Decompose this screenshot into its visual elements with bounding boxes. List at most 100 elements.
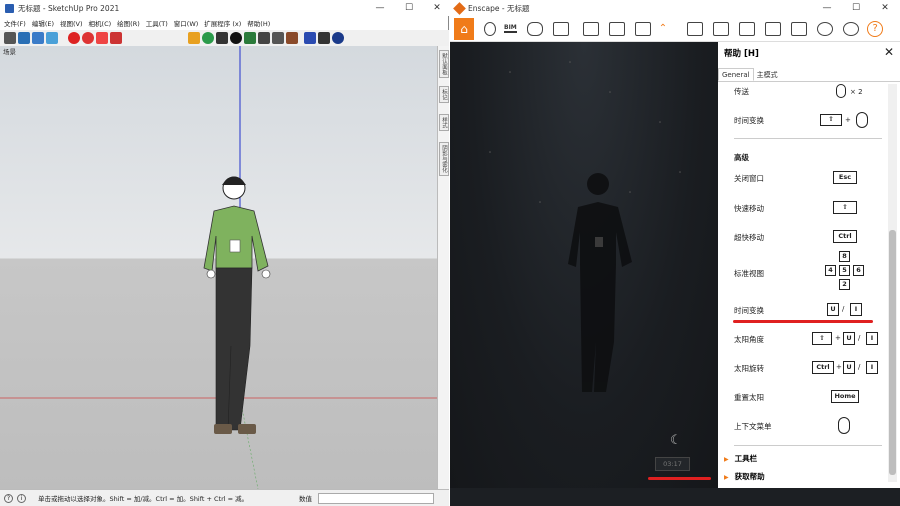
camera-icon[interactable]	[110, 32, 122, 44]
row-label: 超快移动	[734, 233, 764, 242]
enscape-viewport[interactable]	[450, 42, 718, 488]
minimize-button[interactable]: —	[373, 2, 387, 14]
help-icon[interactable]: ?	[867, 20, 884, 37]
sketchup-menubar: 文件(F) 编辑(E) 视图(V) 相机(C) 绘图(R) 工具(T) 窗口(W…	[0, 17, 449, 29]
mouse-icon	[836, 84, 846, 98]
library-icon[interactable]	[713, 21, 730, 36]
close-icon[interactable]: ✕	[884, 45, 894, 59]
help-scroll-area[interactable]: 传送 × 2 时间变换 ⇧ + 高级 关闭窗口 Esc 快速移动 ⇧ 超快移动 …	[718, 83, 886, 483]
window-icon[interactable]	[216, 32, 228, 44]
folder-icon[interactable]	[96, 32, 108, 44]
panorama-icon[interactable]	[608, 21, 625, 36]
help-scrollbar-thumb[interactable]	[889, 230, 896, 475]
key-2: 2	[839, 279, 850, 290]
maximize-button[interactable]: ☐	[402, 2, 416, 14]
menu-extensions[interactable]: 扩展程序 (x)	[204, 18, 241, 28]
key-u: U	[843, 332, 855, 345]
shift-key-icon: ⇧	[820, 114, 842, 126]
target-icon[interactable]	[46, 32, 58, 44]
help-row-sun-angle: 太阳角度 ⇧ + U / I	[734, 332, 884, 345]
sketchup-logo-icon	[5, 3, 14, 13]
mouse-right-click-icon	[838, 417, 850, 434]
footer-toolbar[interactable]: ▶ 工具栏	[724, 453, 757, 464]
row-label: 关闭窗口	[734, 174, 764, 183]
key-i: I	[866, 361, 878, 374]
tab-general[interactable]: General	[718, 68, 754, 81]
scene-tab[interactable]: 场景	[3, 46, 16, 56]
key-suffix: × 2	[850, 88, 863, 96]
pattern-icon[interactable]	[258, 32, 270, 44]
views-icon[interactable]	[791, 21, 808, 36]
menu-help[interactable]: 帮助(H)	[247, 18, 270, 28]
caret-right-icon: ▶	[724, 474, 729, 481]
help-panel-header: 帮助 [H] ✕	[718, 42, 900, 64]
gear-icon[interactable]	[843, 21, 860, 36]
sketchup-viewport[interactable]	[0, 46, 437, 489]
menu-view[interactable]: 视图(V)	[60, 18, 83, 28]
help-icon[interactable]: ?	[4, 493, 13, 503]
plus-sign: +	[845, 116, 851, 124]
enscape-close-button[interactable]: ✕	[878, 2, 892, 14]
menu-tools[interactable]: 工具(T)	[146, 18, 168, 28]
tray-tab-shadows[interactable]: 阴影与雾化	[439, 142, 449, 176]
menu-edit[interactable]: 编辑(E)	[32, 18, 54, 28]
clapper-icon[interactable]	[552, 21, 569, 36]
clapper-icon[interactable]	[4, 32, 16, 44]
info-icon[interactable]	[332, 32, 344, 44]
bim-icon[interactable]: BIM	[504, 24, 517, 33]
tray-tab-styles[interactable]: 样式	[439, 114, 449, 131]
house-icon[interactable]	[286, 32, 298, 44]
map-pin-icon[interactable]	[484, 21, 496, 36]
slash: /	[858, 363, 861, 371]
tray-tab-default[interactable]: 默认面板	[439, 50, 449, 78]
tree-icon[interactable]	[244, 32, 256, 44]
close-button[interactable]: ✕	[430, 2, 444, 14]
gear-red-icon[interactable]	[82, 32, 94, 44]
menu-file[interactable]: 文件(F)	[4, 18, 26, 28]
video-icon[interactable]	[634, 21, 651, 36]
enscape-title: Enscape - 无标题	[468, 3, 530, 13]
key-shift: ⇧	[812, 332, 832, 345]
tab-main-mode[interactable]: 主模式	[754, 68, 781, 81]
footer-get-help[interactable]: ▶ 获取帮助	[724, 471, 765, 482]
enscape-minimize-button[interactable]: —	[820, 2, 834, 14]
sync-icon[interactable]	[202, 32, 214, 44]
key-home: Home	[831, 390, 859, 403]
visibility-icon[interactable]	[817, 21, 834, 36]
measurements-input[interactable]	[318, 493, 434, 504]
home-icon[interactable]: ⌂	[454, 17, 474, 40]
menu-window[interactable]: 窗口(W)	[174, 18, 199, 28]
key-ctrl: Ctrl	[833, 230, 857, 243]
arrows-icon[interactable]	[32, 32, 44, 44]
enscape-maximize-button[interactable]: ☐	[849, 2, 863, 14]
stars	[489, 61, 681, 203]
enscape-start-icon[interactable]	[188, 32, 200, 44]
settings-icon[interactable]	[304, 32, 316, 44]
divider	[734, 445, 882, 446]
binoculars-icon[interactable]	[526, 21, 543, 36]
monitor-icon[interactable]	[18, 32, 30, 44]
key-8: 8	[839, 251, 850, 262]
mail-icon[interactable]	[318, 32, 330, 44]
render-icon[interactable]	[68, 32, 80, 44]
tray-tab-tags[interactable]: 标记	[439, 86, 449, 103]
menu-camera[interactable]: 相机(C)	[89, 18, 112, 28]
objects-icon[interactable]	[765, 21, 782, 36]
key-6: 6	[853, 265, 864, 276]
measurements-label: 数值	[299, 495, 312, 503]
screenshot-icon[interactable]	[582, 21, 599, 36]
default-tray: 默认面板 标记 样式 阴影与雾化	[437, 46, 449, 489]
grid-icon[interactable]	[272, 32, 284, 44]
add-icon[interactable]	[230, 32, 242, 44]
time-display: 03:17	[655, 457, 690, 471]
settings-icon[interactable]	[739, 21, 756, 36]
info-icon[interactable]: i	[17, 493, 26, 503]
help-row-sun-rotation: 太阳旋转 Ctrl + U / I	[734, 361, 884, 374]
menu-draw[interactable]: 绘图(R)	[117, 18, 140, 28]
sketchup-titlebar: 无标题 - SketchUp Pro 2021 — ☐ ✕	[0, 0, 449, 16]
help-row-close-window: 关闭窗口 Esc	[734, 171, 884, 184]
book-icon[interactable]	[687, 21, 704, 36]
row-label: 上下文菜单	[734, 422, 772, 431]
collapse-icon[interactable]: ⌃	[659, 23, 667, 34]
help-tabs: General 主模式	[718, 68, 900, 82]
